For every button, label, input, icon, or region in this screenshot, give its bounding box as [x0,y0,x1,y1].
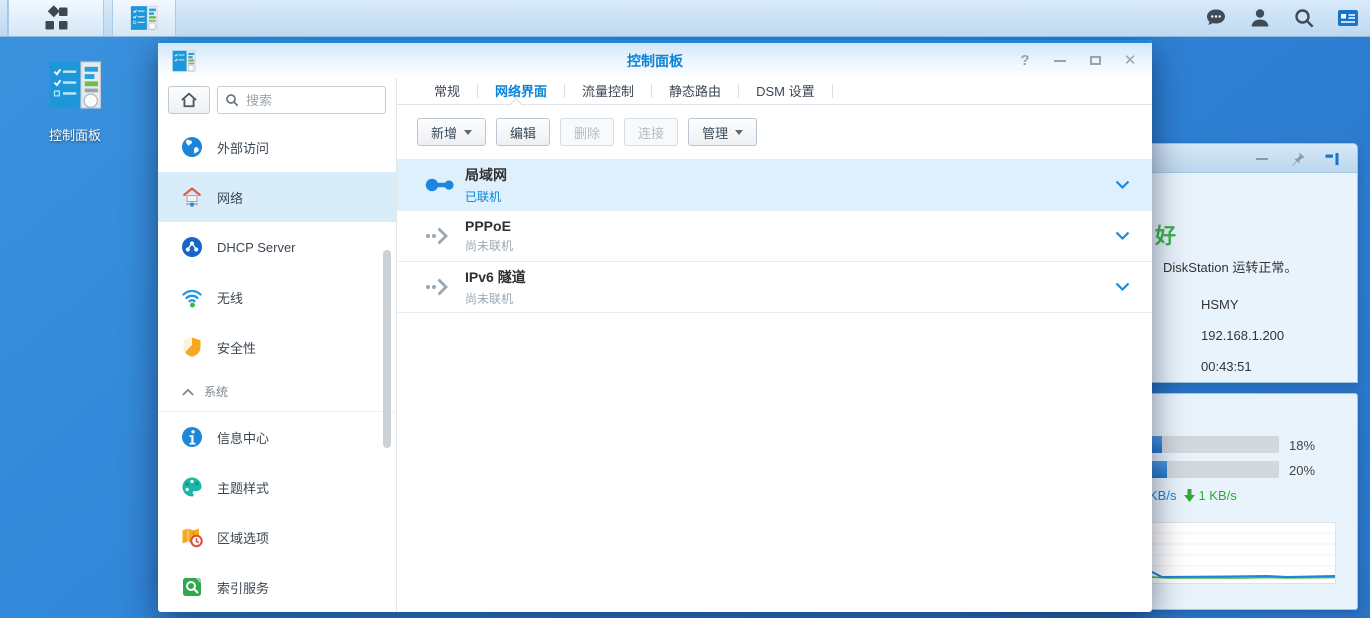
upload-speed-unit: KB/s [1149,488,1176,503]
network-speed-row: KB/s 1 KB/s [1149,488,1237,503]
server-name: HSMY [1201,297,1239,312]
sidebar-item-network[interactable]: 网络 [158,172,396,222]
tab-traffic-control[interactable]: 流量控制 [565,78,651,105]
connect-button[interactable]: 连接 [624,118,678,146]
sidebar-item-info-center[interactable]: 信息中心 [158,412,396,462]
tab-general[interactable]: 常规 [417,78,477,105]
manage-button[interactable]: 管理 [688,118,757,146]
globe-icon [180,135,204,159]
desktop: 好 DiskStation 运转正常。 HSMY 192.168.1.200 0… [0,0,1370,618]
control-panel-icon [129,3,159,33]
dropdown-caret-icon [464,130,472,135]
shield-icon [180,335,204,359]
create-button[interactable]: 新增 [417,118,486,146]
network-settings-pane: 常规 网络界面 流量控制 静态路由 DSM 设置 新增 编辑 [397,78,1152,612]
main-menu-button[interactable] [8,0,104,36]
widget-minimize-icon[interactable] [1253,150,1271,168]
sidebar-section-system[interactable]: 系统 [158,372,396,412]
interface-name: IPv6 隧道 [465,267,1115,287]
wifi-icon [180,285,204,309]
ram-usage-value: 20% [1289,463,1315,478]
taskbar [0,0,1370,37]
delete-button[interactable]: 删除 [560,118,614,146]
taskbar-tray [1204,0,1360,36]
download-speed: 1 KB/s [1184,488,1236,503]
health-status-text: 好 [1155,220,1176,250]
chat-icon[interactable] [1204,6,1228,30]
minimize-button[interactable] [1052,53,1068,69]
search-icon[interactable] [1292,6,1316,30]
chevron-down-icon[interactable] [1115,282,1130,292]
close-button[interactable]: ✕ [1122,53,1138,69]
home-button[interactable] [168,86,210,114]
tab-static-route[interactable]: 静态路由 [652,78,738,105]
sidebar-item-index-service[interactable]: 索引服务 [158,562,396,612]
sidebar-item-dhcp-server[interactable]: DHCP Server [158,222,396,272]
sidebar-item-wireless[interactable]: 无线 [158,272,396,322]
info-icon [180,425,204,449]
download-arrow-icon [1184,489,1195,502]
sidebar-scrollbar[interactable] [383,250,391,448]
interface-name: PPPoE [465,218,1115,234]
interface-list: 局域网 已联机 [397,159,1152,313]
cpu-usage-value: 18% [1289,438,1315,453]
window-controls: ? ✕ [1017,43,1138,78]
control-panel-sidebar: 外部访问 网络 [158,78,397,612]
interface-row-ipv6-tunnel[interactable]: IPv6 隧道 尚未联机 [397,262,1152,313]
control-panel-window: 控制面板 ? ✕ [158,40,1152,612]
control-panel-taskbar-button[interactable] [112,0,176,36]
control-panel-shortcut[interactable]: 控制面板 [33,56,117,144]
toolbar: 新增 编辑 删除 连接 管理 [397,105,1152,159]
help-button[interactable]: ? [1017,53,1033,69]
sidebar-search-input[interactable] [217,86,386,114]
interface-status: 尚未联机 [465,290,1115,307]
search-icon [224,92,240,108]
interface-status: 已联机 [465,188,1115,205]
dropdown-caret-icon [735,130,743,135]
tab-dsm-settings[interactable]: DSM 设置 [739,78,832,105]
sidebar-item-external-access[interactable]: 外部访问 [158,122,396,172]
pin-icon[interactable] [1289,150,1307,168]
maximize-button[interactable] [1087,53,1103,69]
widgets-icon[interactable] [1336,6,1360,30]
server-ip: 192.168.1.200 [1201,328,1284,343]
chevron-down-icon[interactable] [1115,180,1130,190]
palette-icon [180,475,204,499]
health-message: DiskStation 运转正常。 [1163,257,1297,276]
sidebar-item-security[interactable]: 安全性 [158,322,396,372]
edit-button[interactable]: 编辑 [496,118,550,146]
home-icon [179,90,199,110]
interface-row-pppoe[interactable]: PPPoE 尚未联机 [397,211,1152,262]
chevron-down-icon[interactable] [1115,231,1130,241]
lan-connected-icon [425,176,455,194]
interface-name: 局域网 [465,165,1115,185]
dhcp-server-icon [180,235,204,259]
chevron-up-icon [182,388,194,396]
control-panel-icon [46,56,104,114]
panel-layout-icon[interactable] [1323,150,1341,168]
main-menu-icon [43,5,70,32]
window-titlebar[interactable]: 控制面板 ? ✕ [158,40,1152,78]
shortcut-label: 控制面板 [33,125,117,144]
user-icon[interactable] [1248,6,1272,30]
interface-row-lan[interactable]: 局域网 已联机 [397,160,1152,211]
window-title: 控制面板 [158,51,1152,71]
tab-network-interface[interactable]: 网络界面 [478,78,564,105]
sidebar-item-theme[interactable]: 主题样式 [158,462,396,512]
interface-status: 尚未联机 [465,237,1115,254]
control-panel-icon [171,48,197,79]
tab-bar: 常规 网络界面 流量控制 静态路由 DSM 设置 [397,78,1152,105]
server-uptime: 00:43:51 [1201,359,1252,374]
sidebar-item-regional-options[interactable]: 区域选项 [158,512,396,562]
disconnected-icon [425,276,451,298]
network-home-icon [180,185,204,209]
map-clock-icon [180,525,204,549]
disconnected-icon [425,225,451,247]
index-service-icon [180,575,204,599]
